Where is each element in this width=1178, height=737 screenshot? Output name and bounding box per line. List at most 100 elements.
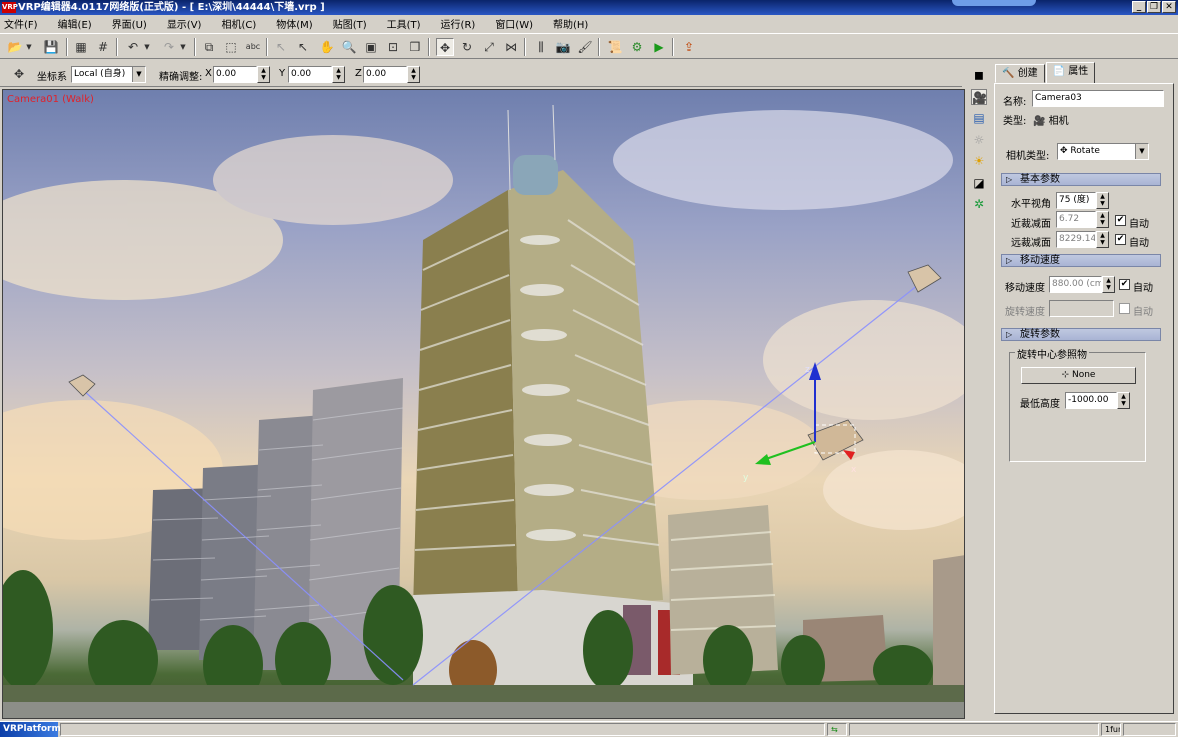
move-speed-input[interactable]: 880.00 (cm/ [1049,276,1102,293]
camera-icon[interactable]: 🎥 [971,89,987,105]
near-auto-checkbox[interactable]: ✔ [1115,215,1126,226]
run-icon[interactable]: ▶ [650,38,668,56]
move-axis-icon: ✥ [13,67,25,81]
image-icon[interactable]: ▤ [971,110,987,126]
main-toolbar: 📂 ▼ 💾 ▦ # ↶ ▼ ↷ ▼ ⧉ ⬚ abc ↖ ↖ ✋ 🔍 ▣ ⊡ ❒ … [0,33,1178,59]
min-height-input[interactable]: -1000.00 [1065,392,1117,409]
title-bar: VRP VRP编辑器4.0117网络版(正式版) - [ E:\深圳\44444… [0,0,1178,15]
effect-icon[interactable]: ✲ [971,196,987,212]
far-clip-spinner[interactable]: ▲ ▼ [1096,231,1109,248]
menu-camera[interactable]: 相机(C) [221,16,256,31]
menu-window[interactable]: 窗口(W) [495,16,533,31]
align-icon[interactable]: ⫼ [532,38,550,56]
gizmo-x-label: x [851,465,857,475]
scale-icon[interactable]: ⤢ [480,38,498,56]
panel-tabs: 🔨 创建 📄 属性 [995,62,1096,84]
grid-icon[interactable]: ▦ [72,38,90,56]
menu-run[interactable]: 运行(R) [441,16,476,31]
select-region-icon[interactable]: ⬚ [222,38,240,56]
menu-tools[interactable]: 工具(T) [387,16,421,31]
name-input[interactable]: Camera03 [1032,90,1164,107]
window-controls: _ ❐ ✕ [1132,1,1176,13]
panel-body: 名称: Camera03 类型: 🎥 相机 相机类型: ✥ Rotate ▼ 基… [994,83,1174,714]
pivot-group-label: 旋转中心参照物 [1015,346,1089,361]
light-bulb-icon[interactable]: ☼ [971,132,987,148]
select-pointer-icon[interactable]: ↖ [272,38,290,56]
sun-icon[interactable]: ☀ [971,153,987,169]
camtype-select[interactable]: ✥ Rotate ▼ [1057,143,1149,160]
layer-icon[interactable]: ❒ [406,38,424,56]
menu-help[interactable]: 帮助(H) [553,16,588,31]
redo-icon[interactable]: ↷ [160,38,178,56]
x-label: X [205,68,212,79]
x-input[interactable]: 0.00 [213,66,257,83]
move-auto-checkbox[interactable]: ✔ [1119,279,1130,290]
section-move-speed[interactable]: 移动速度 [1001,254,1161,267]
close-button[interactable]: ✕ [1162,1,1176,13]
status-message [60,723,825,736]
far-auto-label: 自动 [1129,238,1149,249]
separator [266,38,268,56]
y-input[interactable]: 0.00 [288,66,332,83]
shape-icon[interactable]: ◪ [971,175,987,191]
menu-file[interactable]: 文件(F) [4,16,38,31]
open-folder-icon[interactable]: 📂 [6,38,24,56]
menu-interface[interactable]: 界面(U) [112,16,147,31]
fit-view-icon[interactable]: ⊡ [384,38,402,56]
section-rotate-params[interactable]: 旋转参数 [1001,328,1161,341]
chevron-down-icon[interactable]: ▼ [132,67,145,82]
pivot-none-button[interactable]: ⊹ None [1021,367,1136,384]
dropdown-arrow-icon[interactable]: ▼ [24,38,34,56]
snap-grid-icon[interactable]: # [94,38,112,56]
menu-texture[interactable]: 贴图(T) [333,16,367,31]
far-auto-checkbox[interactable]: ✔ [1115,234,1126,245]
tab-create[interactable]: 🔨 创建 [995,64,1045,83]
build-icon[interactable]: ⚙ [628,38,646,56]
save-icon[interactable]: 💾 [42,38,60,56]
dropdown-arrow-icon[interactable]: ▼ [142,38,152,56]
paint-icon[interactable]: 🖌 [576,38,594,56]
rotate-icon[interactable]: ↻ [458,38,476,56]
near-clip-input[interactable]: 6.72 [1056,211,1096,228]
scene-render: z y x [3,104,964,718]
menu-object[interactable]: 物体(M) [276,16,312,31]
camera-view-icon[interactable]: ▣ [362,38,380,56]
rot-auto-checkbox[interactable] [1119,303,1130,314]
tab-properties[interactable]: 📄 属性 [1045,62,1096,83]
script-icon[interactable]: 📜 [606,38,624,56]
copy-icon[interactable]: ⧉ [200,38,218,56]
menu-view[interactable]: 显示(V) [167,16,202,31]
z-spinner[interactable]: ▲ ▼ [407,66,420,83]
zoom-icon[interactable]: 🔍 [340,38,358,56]
coord-system-select[interactable]: Local (自身) ▼ [71,66,146,83]
rotate-icon: ✥ [1060,146,1068,156]
fov-input[interactable]: 75 (度) [1056,192,1096,209]
mirror-icon[interactable]: ⋈ [502,38,520,56]
dropdown-arrow-icon[interactable]: ▼ [178,38,188,56]
title-blob [952,0,1036,6]
near-clip-spinner[interactable]: ▲ ▼ [1096,211,1109,228]
y-spinner[interactable]: ▲ ▼ [332,66,345,83]
snapshot-icon[interactable]: 📷 [554,38,572,56]
pan-hand-icon[interactable]: ✋ [318,38,336,56]
export-icon[interactable]: ⇪ [680,38,698,56]
x-spinner[interactable]: ▲ ▼ [257,66,270,83]
3d-viewport[interactable]: z y x Camera01 (Walk) [2,89,965,719]
chevron-down-icon[interactable]: ▼ [1135,144,1148,159]
minimize-button[interactable]: _ [1132,1,1146,13]
separator [598,38,600,56]
rename-abc-icon[interactable]: abc [244,38,262,56]
far-clip-input[interactable]: 8229.14 [1056,231,1096,248]
object-cube-icon[interactable]: ◼ [971,67,987,83]
min-height-spinner[interactable]: ▲ ▼ [1117,392,1130,409]
undo-icon[interactable]: ↶ [124,38,142,56]
rot-speed-input[interactable] [1049,300,1114,317]
fov-spinner[interactable]: ▲ ▼ [1096,192,1109,209]
restore-button[interactable]: ❐ [1147,1,1161,13]
section-basic-params[interactable]: 基本参数 [1001,173,1161,186]
menu-edit[interactable]: 编辑(E) [58,16,92,31]
z-input[interactable]: 0.00 [363,66,407,83]
select-plus-icon[interactable]: ↖ [294,38,312,56]
move-speed-spinner[interactable]: ▲ ▼ [1102,276,1115,293]
move-icon[interactable]: ✥ [436,38,454,56]
